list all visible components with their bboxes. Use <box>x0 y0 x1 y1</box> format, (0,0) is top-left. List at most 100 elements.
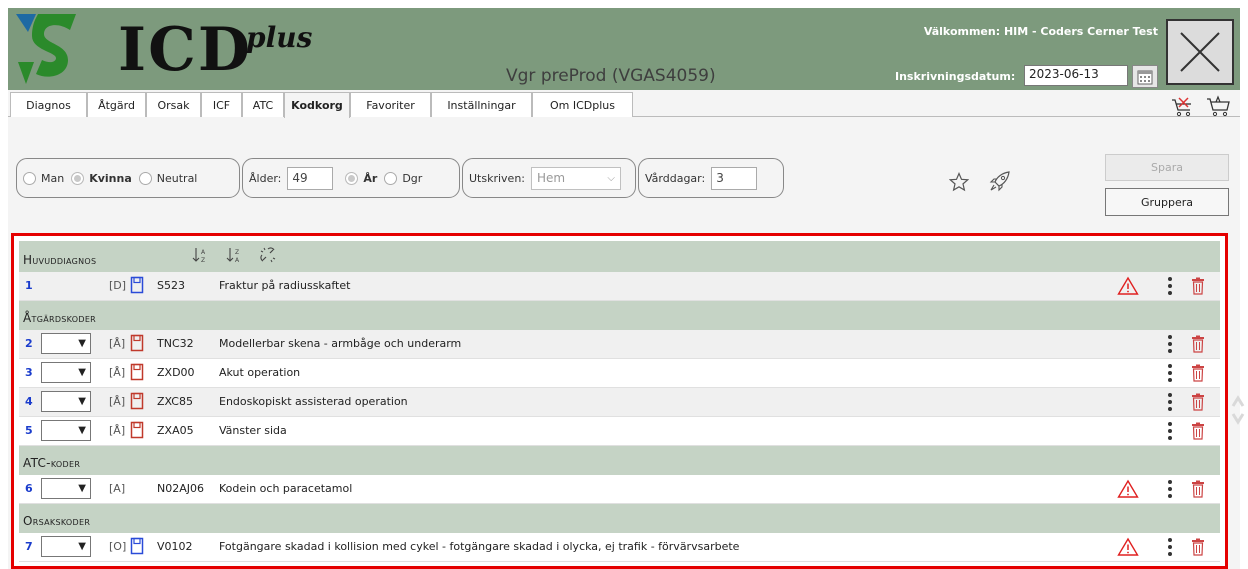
gender-kvinna-radio[interactable] <box>71 171 85 185</box>
sort-ascending-icon[interactable]: A Z <box>191 246 209 264</box>
trash-icon[interactable] <box>1191 277 1205 295</box>
age-input[interactable]: 49 <box>287 166 334 190</box>
chevron-down-icon: ▼ <box>78 367 86 378</box>
blue-book-icon[interactable] <box>130 537 144 555</box>
star-icon[interactable] <box>949 172 969 192</box>
code-description: Akut operation <box>219 366 301 379</box>
order-select[interactable]: ▼ <box>41 478 91 499</box>
order-select[interactable]: ▼ <box>41 420 91 441</box>
svg-text:Z: Z <box>235 249 239 256</box>
discharged-label: Utskriven: <box>469 171 525 185</box>
code-type: [A] <box>109 482 126 495</box>
admission-date-input[interactable]: 2023-06-13 <box>1024 65 1128 86</box>
group-button[interactable]: Gruppera <box>1105 188 1229 216</box>
red-book-icon[interactable] <box>130 363 144 381</box>
trash-icon[interactable] <box>1191 538 1205 556</box>
section-title: Åtgärdskoder <box>23 311 97 325</box>
order-select[interactable]: ▼ <box>41 536 91 557</box>
code-description: Fotgängare skadad i kollision med cykel … <box>219 540 740 553</box>
code-value: ZXA05 <box>157 424 194 437</box>
code-row[interactable]: 2 ▼ [Å] TNC32 Modellerbar skena - armbåg… <box>19 330 1220 359</box>
trash-icon[interactable] <box>1191 393 1205 411</box>
rocket-icon[interactable] <box>989 170 1011 192</box>
row-number: 1 <box>25 279 33 292</box>
tab-om-icdplus[interactable]: Om ICDplus <box>532 92 633 117</box>
app-window: ICD plus Vgr preProd (VGAS4059) Välkomme… <box>8 8 1245 569</box>
more-options-icon[interactable] <box>1166 392 1174 412</box>
environment-label: Vgr preProd (VGAS4059) <box>506 66 716 86</box>
gender-man-label: Man <box>41 171 65 185</box>
row-number: 7 <box>25 540 33 553</box>
tab-atgard[interactable]: Åtgärd <box>87 92 146 117</box>
empty-basket-icon[interactable] <box>1170 95 1194 117</box>
tab-atc[interactable]: ATC <box>242 92 284 117</box>
more-options-icon[interactable] <box>1166 334 1174 354</box>
gender-man-radio[interactable] <box>23 171 36 185</box>
code-row[interactable]: 3 ▼ [Å] ZXD00 Akut operation <box>19 359 1220 388</box>
vgr-logo-icon <box>16 14 76 84</box>
patient-info-bar: Man Kvinna Neutral Ålder: 49 År Dgr Utsk… <box>8 118 1240 230</box>
tab-kodkorg[interactable]: Kodkorg <box>284 92 350 118</box>
tab-installningar[interactable]: Inställningar <box>431 92 532 117</box>
basket-icon[interactable] <box>1204 95 1232 117</box>
discharged-group: Utskriven: Hem ⌵ <box>462 158 636 198</box>
trash-icon[interactable] <box>1191 335 1205 353</box>
more-options-icon[interactable] <box>1166 479 1174 499</box>
calendar-button[interactable] <box>1132 65 1158 88</box>
code-type: [Å] <box>109 337 126 350</box>
more-options-icon[interactable] <box>1166 276 1174 296</box>
more-options-icon[interactable] <box>1166 537 1174 557</box>
sort-descending-icon[interactable]: Z A <box>225 246 243 264</box>
svg-text:A: A <box>201 249 206 256</box>
code-row[interactable]: 1 [D] S523 Fraktur på radiusskaftet <box>19 272 1220 301</box>
tab-favoriter[interactable]: Favoriter <box>350 92 431 117</box>
trash-icon[interactable] <box>1191 422 1205 440</box>
code-type: [D] <box>109 279 127 292</box>
red-book-icon[interactable] <box>130 392 144 410</box>
chevron-down-icon: ▼ <box>78 483 86 494</box>
tab-orsak[interactable]: Orsak <box>146 92 201 117</box>
care-days-label: Vårddagar: <box>645 171 706 185</box>
age-unit-dgr-radio[interactable] <box>384 171 398 185</box>
red-book-icon[interactable] <box>130 421 144 439</box>
chevron-down-icon: ⌵ <box>607 172 615 184</box>
code-description: Modellerbar skena - armbåge och underarm <box>219 337 462 350</box>
gender-neutral-label: Neutral <box>156 171 198 185</box>
unlink-icon[interactable] <box>259 246 277 264</box>
trash-icon[interactable] <box>1191 480 1205 498</box>
code-row[interactable]: 5 ▼ [Å] ZXA05 Vänster sida <box>19 417 1220 446</box>
section-title: Huvuddiagnos <box>23 253 97 267</box>
section-header-procedure-codes: Åtgärdskoder <box>19 301 1220 330</box>
care-days-input[interactable]: 3 <box>711 166 758 190</box>
code-row[interactable]: 4 ▼ [Å] ZXC85 Endoskopiskt assisterad op… <box>19 388 1220 417</box>
more-options-icon[interactable] <box>1166 421 1174 441</box>
resize-handle-icon[interactable] <box>1230 392 1246 428</box>
close-button[interactable] <box>1166 19 1234 85</box>
order-select[interactable]: ▼ <box>41 362 91 383</box>
code-description: Endoskopiskt assisterad operation <box>219 395 408 408</box>
save-button[interactable]: Spara <box>1105 154 1229 181</box>
code-type: [O] <box>109 540 127 553</box>
order-select[interactable]: ▼ <box>41 333 91 354</box>
code-value: TNC32 <box>157 337 194 350</box>
order-select[interactable]: ▼ <box>41 391 91 412</box>
gender-neutral-radio[interactable] <box>138 171 152 185</box>
code-basket-list: Huvuddiagnos A Z Z A 1 [D] S523 Fraktur … <box>19 241 1220 562</box>
warning-icon[interactable] <box>1117 537 1139 557</box>
tab-icf[interactable]: ICF <box>201 92 242 117</box>
code-row[interactable]: 7 ▼ [O] V0102 Fotgängare skadad i kollis… <box>19 533 1220 562</box>
warning-icon[interactable] <box>1117 479 1139 499</box>
blue-book-icon[interactable] <box>130 276 144 294</box>
red-book-icon[interactable] <box>130 334 144 352</box>
trash-icon[interactable] <box>1191 364 1205 382</box>
tab-diagnos[interactable]: Diagnos <box>10 92 87 117</box>
section-title: Orsakskoder <box>23 514 91 528</box>
age-unit-ar-label: År <box>363 171 378 185</box>
code-row[interactable]: 6 ▼ [A] N02AJ06 Kodein och paracetamol <box>19 475 1220 504</box>
age-unit-ar-radio[interactable] <box>345 171 359 185</box>
discharged-select[interactable]: Hem ⌵ <box>531 166 621 190</box>
warning-icon[interactable] <box>1117 276 1139 296</box>
discharged-value: Hem <box>537 171 566 185</box>
more-options-icon[interactable] <box>1166 363 1174 383</box>
age-label: Ålder: <box>249 171 282 185</box>
